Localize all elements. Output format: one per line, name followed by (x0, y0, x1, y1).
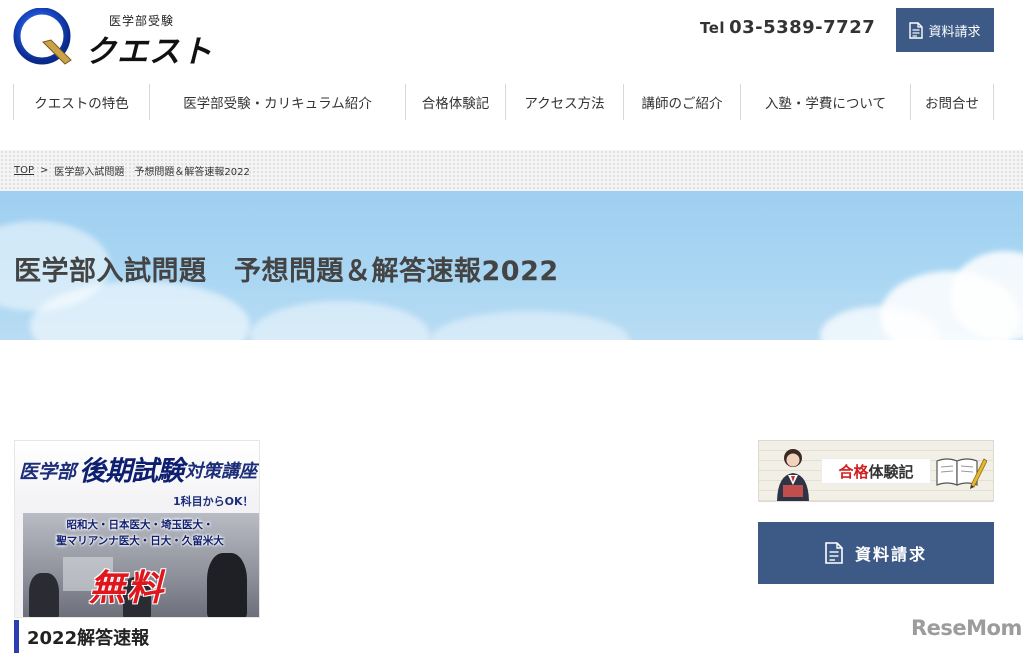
nav-item-contact[interactable]: お問合せ (910, 84, 994, 120)
tel-prefix: Tel (700, 19, 726, 37)
sidebar-request-materials-label: 資料請求 (854, 545, 927, 564)
hero-cloud (430, 311, 630, 340)
document-icon (825, 542, 843, 564)
section-heading-text: 2022解答速報 (27, 627, 150, 649)
main-nav: クエストの特色 医学部受験・カリキュラム紹介 合格体験記 アクセス方法 講師のご… (13, 84, 994, 120)
breadcrumb: TOP > 医学部入試問題 予想問題＆解答速報2022 (14, 163, 250, 178)
request-materials-label: 資料請求 (928, 24, 981, 40)
nav-item-access[interactable]: アクセス方法 (505, 84, 623, 120)
banner-text-medical: 医学部 (19, 461, 77, 483)
banner-text-free: 無料 (89, 568, 166, 609)
nav-item-curriculum[interactable]: 医学部受験・カリキュラム紹介 (149, 84, 405, 120)
request-materials-button[interactable]: 資料請求 (896, 8, 994, 52)
nav-item-success-stories[interactable]: 合格体験記 (405, 84, 505, 120)
sidebar-request-materials-button[interactable]: 資料請求 (758, 522, 994, 584)
banner-schools-line2: 聖マリアンナ医大・日大・久留米大 (56, 535, 224, 547)
breadcrumb-current: 医学部入試問題 予想問題＆解答速報2022 (54, 167, 250, 178)
nav-item-enrollment-fees[interactable]: 入塾・学費について (740, 84, 910, 120)
breadcrumb-home-link[interactable]: TOP (14, 165, 34, 176)
success-stories-label-rest: 体験記 (868, 462, 914, 481)
banner-text-one-subject: 1科目からOK！ (173, 495, 254, 508)
hero-cloud (250, 301, 430, 340)
banner-text-course: 対策講座 (185, 461, 257, 482)
resemom-watermark: ReseMom (911, 616, 1022, 640)
breadcrumb-bar: TOP > 医学部入試問題 予想問題＆解答速報2022 (0, 150, 1023, 191)
logo-title: クエスト (85, 34, 213, 70)
tel-number: 03-5389-7727 (729, 17, 876, 38)
nav-item-instructors[interactable]: 講師のご紹介 (623, 84, 740, 120)
page-hero: 医学部入試問題 予想問題＆解答速報2022 (0, 191, 1023, 340)
book-pencil-icon (936, 458, 987, 489)
success-stories-banner[interactable]: 合格 体験記 (758, 440, 994, 502)
section-heading: 2022解答速報 (14, 620, 149, 653)
student-illustration-icon (777, 449, 809, 501)
nav-item-features[interactable]: クエストの特色 (13, 84, 149, 120)
banner-schools-line1: 昭和大・日本医大・埼玉医大・ (66, 519, 214, 531)
success-stories-label-highlight: 合格 (838, 462, 869, 481)
breadcrumb-separator: > (40, 165, 49, 176)
success-stories-label: 合格 体験記 (821, 458, 931, 484)
banner-text-late-exam: 後期試験 (79, 456, 184, 487)
banner-schools: 昭和大・日本医大・埼玉医大・ 聖マリアンナ医大・日大・久留米大 (25, 517, 255, 549)
logo-q-mark-icon (13, 8, 72, 65)
photo-instructor (207, 553, 247, 617)
phone-number[interactable]: Tel 03-5389-7727 (700, 17, 875, 38)
photo-person (29, 573, 59, 617)
site-header: 医学部受験 クエスト Tel 03-5389-7727 資料請求 (0, 0, 1023, 76)
page-title: 医学部入試問題 予想問題＆解答速報2022 (14, 256, 559, 287)
document-icon (909, 21, 924, 39)
late-exam-course-banner[interactable]: 医学部 後期試験 対策講座 1科目からOK！ 昭和大・日本医大・埼玉医大・ 聖マ… (14, 440, 260, 618)
site-logo[interactable]: 医学部受験 クエスト (13, 6, 213, 70)
